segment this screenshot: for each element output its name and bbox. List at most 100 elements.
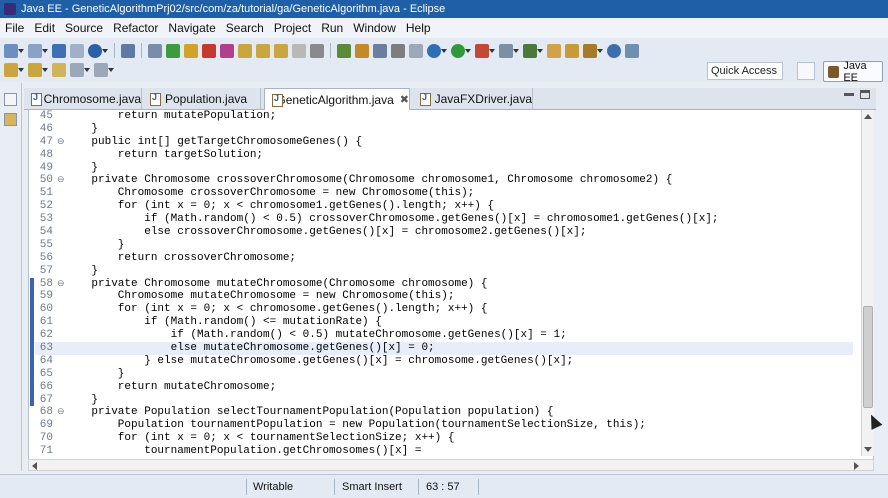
menu-project[interactable]: Project (269, 21, 316, 35)
code-line[interactable]: 61 if (Math.random() <= mutationRate) { (35, 316, 853, 329)
quick-access-input[interactable]: Quick Access (707, 62, 783, 80)
toggle-mark-occurrences-icon[interactable] (337, 44, 351, 58)
code-line[interactable]: 57 } (35, 265, 853, 278)
code-line[interactable]: 69 Population tournamentPopulation = new… (35, 419, 853, 432)
code-line[interactable]: 71 tournamentPopulation.getChromosomes()… (35, 445, 853, 456)
tab-population-java[interactable]: Population.java (143, 88, 261, 110)
open-type-icon[interactable] (547, 44, 561, 58)
horizontal-scrollbar[interactable] (28, 459, 874, 471)
code-line[interactable]: 59 Chromosome mutateChromosome = new Chr… (35, 290, 853, 303)
last-edit-icon[interactable] (52, 63, 66, 77)
open-perspective-icon[interactable] (797, 62, 815, 80)
scroll-right-icon[interactable] (854, 462, 859, 470)
code-line[interactable]: 50 ⊖ private Chromosome crossoverChromoso… (35, 174, 853, 187)
menu-help[interactable]: Help (401, 21, 436, 35)
code-line[interactable]: 49 } (35, 162, 853, 175)
line-number: 51 (39, 187, 53, 200)
save-icon[interactable] (52, 44, 66, 58)
save-all-icon[interactable] (70, 44, 84, 58)
scroll-down-icon[interactable] (864, 447, 872, 452)
console-icon[interactable] (121, 44, 135, 58)
open-task-icon[interactable] (565, 44, 579, 58)
menu-file[interactable]: File (0, 21, 29, 35)
code-line[interactable]: 51 Chromosome crossoverChromosome = new … (35, 187, 853, 200)
new-icon[interactable] (4, 44, 24, 58)
forward-icon[interactable] (94, 63, 114, 77)
next-annotation-icon[interactable] (4, 63, 24, 77)
code-line[interactable]: 70 for (int x = 0; x < tournamentSelecti… (35, 432, 853, 445)
menu-edit[interactable]: Edit (29, 21, 60, 35)
vertical-scrollbar[interactable] (861, 110, 874, 456)
code-line[interactable]: 60 for (int x = 0; x < chromosome.getGen… (35, 303, 853, 316)
new-java-project-icon[interactable] (499, 44, 519, 58)
code-line[interactable]: 55 } (35, 239, 853, 252)
tab-chromosome-java[interactable]: Chromosome.java (24, 88, 142, 110)
debug-icon[interactable] (427, 44, 447, 58)
drop-to-frame-icon[interactable] (292, 44, 306, 58)
code-line[interactable]: 64 } else mutateChromosome.getGenes()[x]… (35, 355, 853, 368)
show-whitespace-icon[interactable] (391, 44, 405, 58)
code-line[interactable]: 47 ⊖ public int[] getTargetChromosomeGene… (35, 136, 853, 149)
step-return-icon[interactable] (274, 44, 288, 58)
skip-breakpoints-icon[interactable] (148, 44, 162, 58)
step-into-icon[interactable] (238, 44, 252, 58)
suspend-icon[interactable] (184, 44, 198, 58)
code-line[interactable]: 65 } (35, 368, 853, 381)
external-tools-icon[interactable] (475, 44, 495, 58)
java-editor[interactable]: 45 return mutatePopulation; 46 } 47 ⊖ publi… (28, 110, 874, 460)
step-over-icon[interactable] (256, 44, 270, 58)
tab-javafxdriver-java[interactable]: JavaFXDriver.java (413, 88, 533, 110)
server-icon[interactable] (88, 44, 108, 58)
menu-refactor[interactable]: Refactor (108, 21, 163, 35)
previous-annotation-icon[interactable] (28, 63, 48, 77)
run-icon[interactable] (451, 44, 471, 58)
code-line[interactable]: 53 if (Math.random() < 0.5) crossoverChr… (35, 213, 853, 226)
close-tab-icon[interactable]: ✖ (400, 93, 409, 106)
code-text: public int[] getTargetChromosomeGenes() … (65, 135, 363, 148)
disconnect-icon[interactable] (220, 44, 234, 58)
new-class-icon[interactable] (523, 44, 543, 58)
code-line[interactable]: 45 return mutatePopulation; (35, 110, 853, 123)
new-wizard-icon[interactable] (28, 44, 48, 58)
menu-window[interactable]: Window (348, 21, 401, 35)
scroll-thumb[interactable] (863, 306, 873, 408)
scroll-up-icon[interactable] (864, 114, 872, 119)
use-step-filters-icon[interactable] (310, 44, 324, 58)
restore-view-icon[interactable] (4, 93, 17, 106)
highlight-icon[interactable] (355, 44, 369, 58)
fold-toggle-icon[interactable]: ⊖ (57, 278, 65, 291)
package-explorer-icon[interactable] (4, 113, 17, 126)
maximize-icon[interactable] (860, 90, 870, 99)
code-line[interactable]: 56 return crossoverChromosome; (35, 252, 853, 265)
code-line[interactable]: 63 else mutateChromosome.getGenes()[x] =… (35, 342, 853, 355)
menu-navigate[interactable]: Navigate (163, 21, 220, 35)
back-icon[interactable] (70, 63, 90, 77)
connect-icon[interactable] (625, 44, 639, 58)
pilcrow-icon[interactable] (409, 44, 423, 58)
menu-run[interactable]: Run (316, 21, 348, 35)
menu-search[interactable]: Search (221, 21, 269, 35)
code-line[interactable]: 48 return targetSolution; (35, 149, 853, 162)
tab-geneticalgorithm-java[interactable]: GeneticAlgorithm.java ✖ (264, 88, 410, 111)
resume-icon[interactable] (166, 44, 180, 58)
minimize-icon[interactable] (844, 93, 854, 96)
perspective-javaee-button[interactable]: Java EE (823, 60, 883, 84)
code-line[interactable]: 54 else crossoverChromosome.getGenes()[x… (35, 226, 853, 239)
web-browser-icon[interactable] (607, 44, 621, 58)
code-line[interactable]: 68 ⊖ private Population selectTournamentP… (35, 406, 853, 419)
code-line[interactable]: 66 return mutateChromosome; (35, 381, 853, 394)
code-line[interactable]: 67 } (35, 394, 853, 407)
fold-toggle-icon[interactable]: ⊖ (57, 406, 65, 419)
code-line[interactable]: 58 ⊖ private Chromosome mutateChromosome(… (35, 278, 853, 291)
scroll-left-icon[interactable] (32, 462, 37, 470)
fold-toggle-icon[interactable]: ⊖ (57, 174, 65, 187)
code-text-area[interactable]: 45 return mutatePopulation; 46 } 47 ⊖ publi… (35, 110, 853, 456)
fold-toggle-icon[interactable]: ⊖ (57, 136, 65, 149)
block-selection-icon[interactable] (373, 44, 387, 58)
code-line[interactable]: 46 } (35, 123, 853, 136)
search-icon[interactable] (583, 44, 603, 58)
menu-source[interactable]: Source (60, 21, 108, 35)
terminate-icon[interactable] (202, 44, 216, 58)
code-line[interactable]: 62 if (Math.random() < 0.5) mutateChromo… (35, 329, 853, 342)
code-line[interactable]: 52 for (int x = 0; x < chromosome1.getGe… (35, 200, 853, 213)
